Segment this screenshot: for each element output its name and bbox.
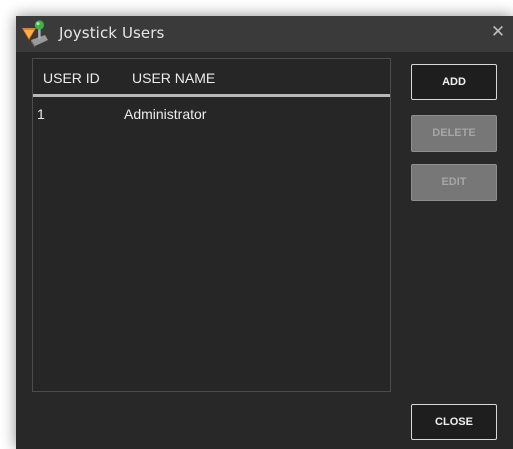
joystick-users-dialog: Joystick Users ✕ USER ID USER NAME 1 Adm… xyxy=(16,16,513,449)
edit-button: EDIT xyxy=(411,164,497,201)
joystick-icon xyxy=(22,20,48,48)
column-header-user-id[interactable]: USER ID xyxy=(43,70,100,86)
user-id-cell: 1 xyxy=(37,106,45,122)
list-header: USER ID USER NAME xyxy=(33,59,390,97)
column-header-user-name[interactable]: USER NAME xyxy=(132,70,215,86)
delete-button: DELETE xyxy=(411,115,497,152)
close-button[interactable]: CLOSE xyxy=(411,404,497,440)
window-title: Joystick Users xyxy=(59,24,165,42)
close-icon[interactable]: ✕ xyxy=(489,23,507,41)
user-name-cell: Administrator xyxy=(124,106,207,122)
add-button[interactable]: ADD xyxy=(411,64,497,100)
table-row[interactable]: 1 Administrator xyxy=(33,103,390,125)
title-bar[interactable]: Joystick Users ✕ xyxy=(16,16,513,52)
user-list[interactable]: USER ID USER NAME 1 Administrator xyxy=(32,58,391,392)
